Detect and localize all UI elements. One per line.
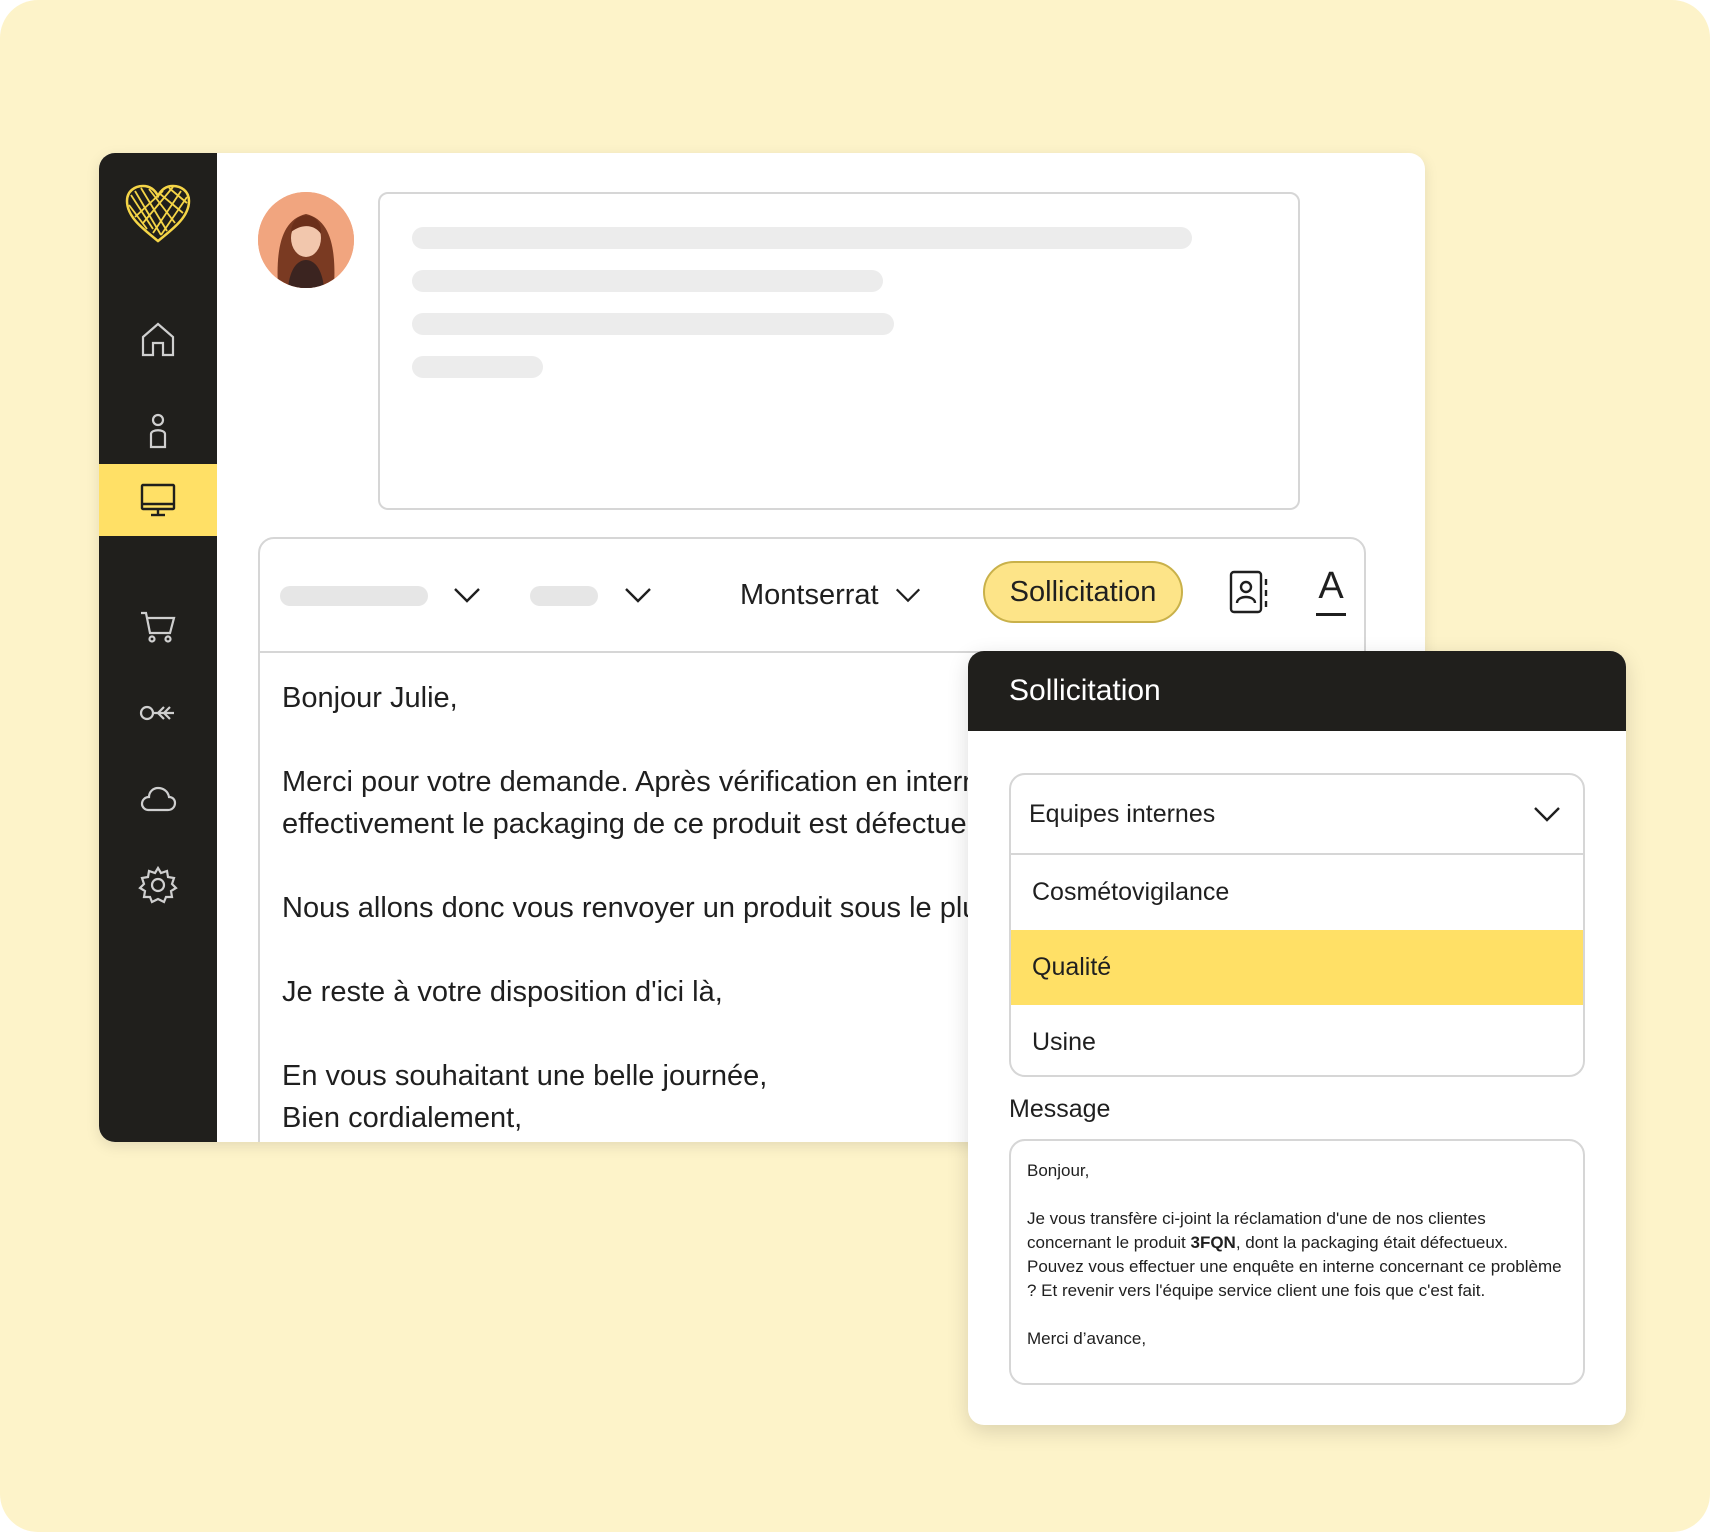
text-format-icon: A: [1318, 565, 1344, 607]
dropdown-option-qualite[interactable]: Qualité: [1011, 930, 1583, 1005]
sidebar-item-monitor[interactable]: [99, 464, 217, 536]
toolbar-size-placeholder[interactable]: [530, 586, 598, 606]
dropdown-selected-label: Equipes internes: [1029, 799, 1216, 828]
toolbar-select-placeholder[interactable]: [280, 586, 428, 606]
font-family-select[interactable]: Montserrat: [740, 575, 923, 615]
heart-logo-icon: [125, 184, 191, 243]
sidebar-item-key[interactable]: [99, 677, 217, 749]
message-preview-card: [378, 192, 1300, 510]
team-dropdown[interactable]: Equipes internes Cosmétovigilance Qualit…: [1009, 773, 1585, 1077]
chevron-down-icon: [895, 588, 920, 603]
contact-book-icon[interactable]: [1228, 569, 1270, 615]
skeleton-line: [412, 270, 883, 292]
message-textarea[interactable]: Bonjour, Je vous transfère ci-joint la r…: [1009, 1139, 1585, 1385]
text-format-button[interactable]: A: [1314, 563, 1348, 623]
panel-title: Sollicitation: [968, 651, 1626, 731]
sollicitation-button[interactable]: Sollicitation: [983, 561, 1183, 623]
cart-icon: [141, 611, 176, 643]
skeleton-line: [412, 227, 1192, 249]
editor-toolbar: Montserrat Sollicitation A: [260, 539, 1364, 653]
sidebar: [99, 153, 217, 1142]
monitor-icon: [140, 483, 176, 517]
avatar: [258, 192, 354, 288]
sidebar-item-cloud[interactable]: [99, 764, 217, 836]
dropdown-option-usine[interactable]: Usine: [1011, 1005, 1583, 1075]
person-icon: [149, 413, 167, 449]
skeleton-line: [412, 356, 543, 378]
sidebar-item-person[interactable]: [99, 395, 217, 467]
sidebar-item-cart[interactable]: [99, 590, 217, 662]
chevron-down-icon[interactable]: [622, 579, 654, 611]
dropdown-selected[interactable]: Equipes internes: [1011, 775, 1583, 855]
product-code: 3FQN: [1190, 1233, 1236, 1252]
sidebar-item-home[interactable]: [99, 303, 217, 375]
message-label: Message: [1009, 1095, 1111, 1123]
cloud-icon: [140, 786, 177, 812]
gear-icon: [138, 865, 178, 904]
page-background: Montserrat Sollicitation A Bonjour Julie…: [0, 0, 1710, 1532]
chevron-down-icon: [1534, 807, 1560, 822]
sollicitation-panel: Sollicitation Equipes internes Cosmétovi…: [968, 651, 1626, 1425]
skeleton-line: [412, 313, 894, 335]
message-greeting: Bonjour,: [1027, 1161, 1090, 1180]
text-underline-bar: [1316, 613, 1346, 616]
chevron-down-icon[interactable]: [451, 579, 483, 611]
avatar-portrait: [258, 192, 354, 288]
message-body: Je vous transfère ci-joint la réclamatio…: [1027, 1209, 1562, 1300]
dropdown-option-cosmetovigilance[interactable]: Cosmétovigilance: [1011, 855, 1583, 930]
key-icon: [139, 705, 174, 721]
font-family-label: Montserrat: [740, 578, 879, 611]
home-icon: [141, 322, 175, 357]
sidebar-item-settings[interactable]: [99, 849, 217, 921]
message-closing: Merci d’avance,: [1027, 1329, 1147, 1348]
